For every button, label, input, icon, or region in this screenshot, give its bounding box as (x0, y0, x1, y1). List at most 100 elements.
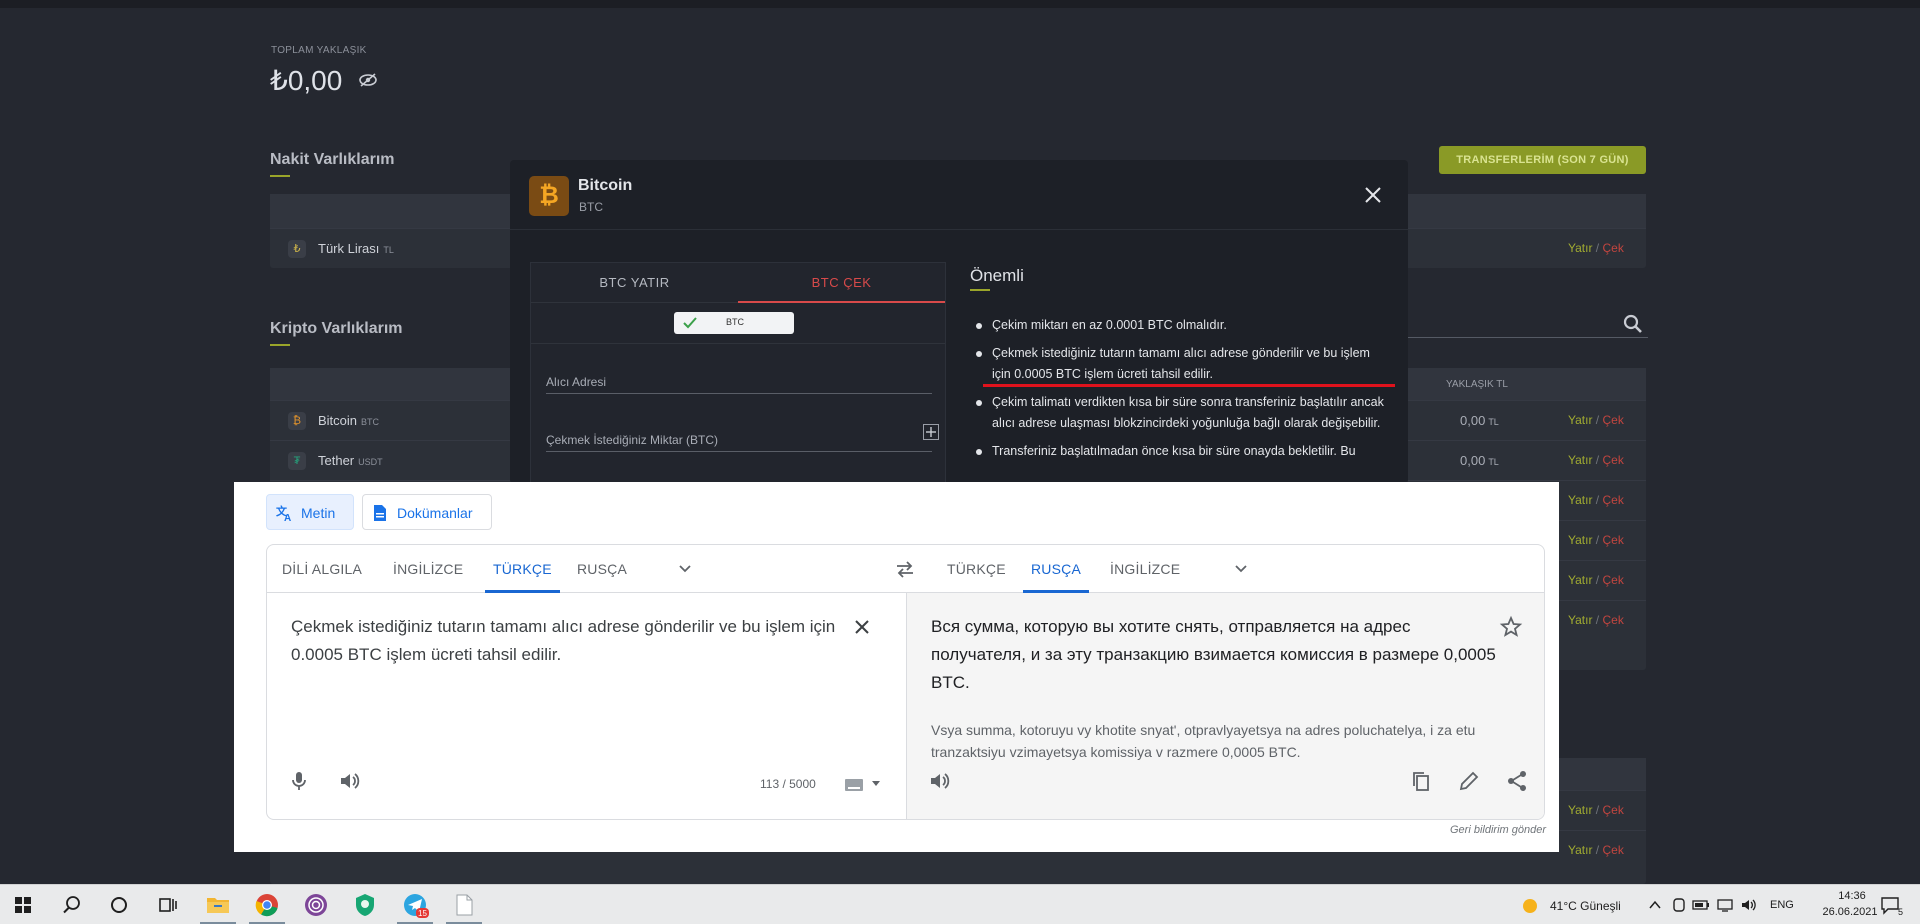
total-value: ₺0,00 (270, 65, 343, 96)
withdraw-link[interactable]: Çek (1602, 573, 1623, 587)
tab-btc-withdraw[interactable]: BTC ÇEK (738, 263, 945, 303)
task-view-icon[interactable] (153, 891, 181, 919)
amount-field[interactable]: Çekmek İstediğiniz Miktar (BTC) (546, 433, 718, 447)
listen-source-button[interactable] (337, 769, 361, 793)
taskbar: 15 41°C Güneşli ENG 14:36 26.06.2021 5 (0, 884, 1920, 924)
asset-amount: 0,00 TL (1460, 413, 1499, 428)
close-icon (855, 620, 869, 634)
deposit-link[interactable]: Yatır (1568, 533, 1592, 547)
volume-icon[interactable] (1740, 898, 1758, 912)
red-highlight-underline (983, 384, 1395, 387)
weather-text[interactable]: 41°C Güneşli (1550, 899, 1621, 913)
chevron-down-icon[interactable] (677, 561, 693, 577)
copy-translation-button[interactable] (1409, 769, 1433, 793)
tgt-lang-english[interactable]: İNGİLİZCE (1110, 545, 1180, 593)
lira-coin-icon: ₺ (288, 240, 306, 258)
modal-close-button[interactable] (1362, 184, 1384, 206)
tab-btc-deposit[interactable]: BTC YATIR (531, 263, 738, 303)
withdraw-link[interactable]: Çek (1602, 413, 1623, 427)
file-explorer-icon[interactable] (204, 891, 232, 919)
search-icon[interactable] (58, 891, 86, 919)
target-pane: Вся сумма, которую вы хотите снять, отпр… (907, 593, 1544, 819)
deposit-link[interactable]: Yatır (1568, 453, 1592, 467)
src-lang-english[interactable]: İNGİLİZCE (393, 545, 463, 593)
search-icon[interactable] (1622, 313, 1644, 335)
withdraw-link[interactable]: Çek (1602, 843, 1623, 857)
tether-coin-icon: ₮ (288, 452, 306, 470)
withdraw-link[interactable]: Çek (1602, 803, 1623, 817)
chrome-icon[interactable] (253, 891, 281, 919)
src-lang-russian[interactable]: RUSÇA (577, 545, 627, 593)
deposit-link[interactable]: Yatır (1568, 803, 1592, 817)
asset-name: Bitcoin (318, 413, 358, 428)
chevron-down-icon[interactable] (1233, 561, 1249, 577)
list-item: Çekim miktarı en az 0.0001 BTC olmalıdır… (972, 315, 1392, 336)
deposit-link[interactable]: Yatır (1568, 241, 1592, 255)
mode-text-button[interactable]: 文 A Metin (266, 494, 354, 530)
address-field[interactable]: Alıcı Adresi (546, 375, 606, 389)
withdraw-link[interactable]: Çek (1602, 453, 1623, 467)
src-lang-detect[interactable]: DİLİ ALGILA (282, 545, 362, 593)
swap-languages-icon[interactable] (895, 560, 915, 578)
translate-window: 文 A Metin Dokümanlar DİLİ ALGILA İNGİLİZ… (234, 482, 1559, 852)
tor-browser-icon[interactable] (302, 891, 330, 919)
eye-off-icon[interactable] (358, 72, 378, 88)
keyboard-icon[interactable] (845, 779, 863, 791)
caret-down-icon[interactable] (871, 780, 881, 788)
cortana-icon[interactable] (105, 891, 133, 919)
deposit-link[interactable]: Yatır (1568, 573, 1592, 587)
check-icon (683, 317, 697, 329)
row-actions: Yatır / Çek (1568, 803, 1624, 817)
info-list: Çekim miktarı en az 0.0001 BTC olmalıdır… (972, 315, 1392, 469)
search-underline (1380, 337, 1648, 338)
network-icon[interactable] (1716, 898, 1734, 912)
withdraw-link[interactable]: Çek (1602, 241, 1623, 255)
chevron-up-icon[interactable] (1648, 899, 1662, 911)
withdraw-link[interactable]: Çek (1602, 493, 1623, 507)
tray-app-icon[interactable] (1672, 898, 1686, 912)
listen-translation-button[interactable] (927, 769, 951, 793)
edit-translation-button[interactable] (1457, 769, 1481, 793)
asset-amount: 0,00 TL (1460, 453, 1499, 468)
source-textarea[interactable]: Çekmek istediğiniz tutarın tamamı alıcı … (291, 613, 851, 669)
network-chip-label: BTC (726, 317, 744, 327)
row-actions: Yatır / Çek (1568, 413, 1624, 427)
deposit-link[interactable]: Yatır (1568, 493, 1592, 507)
mode-documents-button[interactable]: Dokümanlar (362, 494, 492, 530)
tgt-lang-turkish[interactable]: TÜRKÇE (947, 545, 1006, 593)
deposit-link[interactable]: Yatır (1568, 843, 1592, 857)
modal-subtitle: BTC (579, 200, 603, 214)
network-chip[interactable]: BTC (674, 312, 794, 334)
tgt-lang-russian[interactable]: RUSÇA (1023, 545, 1090, 593)
transfers-button[interactable]: TRANSFERLERİM (SON 7 GÜN) (1439, 146, 1646, 174)
battery-icon[interactable] (1692, 898, 1710, 912)
save-translation-button[interactable] (1499, 615, 1523, 639)
withdraw-form: BTC YATIR BTC ÇEK BTC Alıcı Adresi Çekme… (530, 262, 946, 484)
notepad-icon[interactable] (450, 891, 478, 919)
max-amount-button[interactable] (923, 424, 939, 440)
clear-text-button[interactable] (850, 615, 874, 639)
cash-section-title: Nakit Varlıklarım (270, 151, 395, 177)
withdraw-link[interactable]: Çek (1602, 613, 1623, 627)
deposit-link[interactable]: Yatır (1568, 413, 1592, 427)
translate-icon: 文 A (276, 504, 291, 522)
sun-weather-icon[interactable] (1521, 897, 1539, 915)
feedback-link[interactable]: Geri bildirim gönder (1450, 824, 1546, 836)
share-translation-button[interactable] (1505, 769, 1529, 793)
deposit-link[interactable]: Yatır (1568, 613, 1592, 627)
mode-documents-label: Dokümanlar (397, 505, 473, 521)
withdraw-link[interactable]: Çek (1602, 533, 1623, 547)
windows-start-icon[interactable] (9, 891, 37, 919)
approx-tl-column-header: YAKLAŞIK TL (1446, 379, 1508, 390)
shield-app-icon[interactable] (351, 891, 379, 919)
microphone-button[interactable] (287, 769, 311, 793)
microphone-icon (292, 772, 306, 790)
copy-icon (1413, 772, 1429, 791)
src-lang-turkish[interactable]: TÜRKÇE (485, 545, 560, 593)
telegram-icon[interactable]: 15 (401, 891, 429, 919)
transliteration: Vsya summa, kotoruyu vy khotite snyat', … (931, 722, 1476, 760)
clock-time[interactable]: 14:36 (1822, 890, 1882, 902)
list-item: Çekmek istediğiniz tutarın tamamı alıcı … (972, 343, 1392, 385)
translate-panel: DİLİ ALGILA İNGİLİZCE TÜRKÇE RUSÇA TÜRKÇ… (266, 544, 1545, 820)
input-language[interactable]: ENG (1770, 899, 1794, 911)
